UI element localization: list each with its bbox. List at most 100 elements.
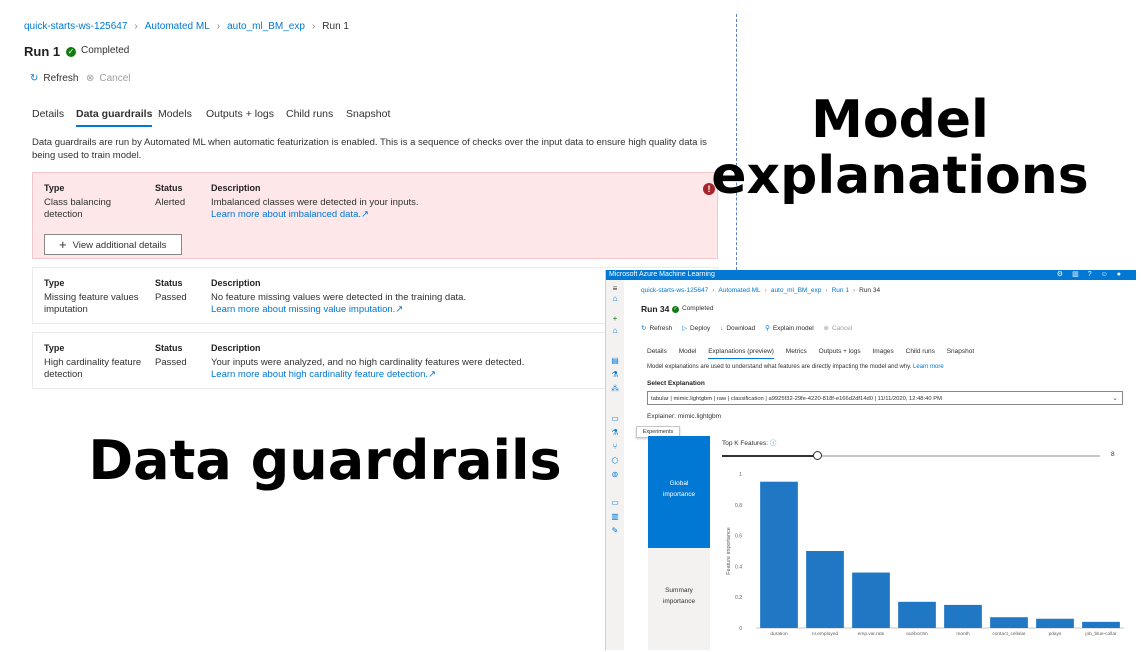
settings-icon[interactable]: ⚙ <box>1057 271 1072 278</box>
global-importance-line1: Global <box>669 480 689 487</box>
check-description-text: Your inputs were analyzed, and no high c… <box>211 357 525 368</box>
home-icon[interactable]: ⌂ <box>610 294 620 303</box>
tab-details[interactable]: Details <box>32 108 64 120</box>
breadcrumb-parent-run[interactable]: Run 1 <box>832 287 849 294</box>
tab-explanations[interactable]: Explanations (preview) <box>708 348 774 359</box>
global-importance-tab[interactable]: Global importance <box>648 436 710 548</box>
refresh-label: Refresh <box>649 325 673 332</box>
check-type: Missing feature values imputation <box>44 292 139 316</box>
home-icon[interactable]: ⌂ <box>610 326 620 335</box>
tab-bar: Details Model Explanations (preview) Met… <box>647 348 984 359</box>
open-in-new-icon: ↗ <box>395 304 404 315</box>
tab-child-runs[interactable]: Child runs <box>286 108 333 120</box>
tab-data-guardrails[interactable]: Data guardrails <box>76 108 153 127</box>
hamburger-icon[interactable]: ≡ <box>610 284 620 293</box>
tab-snapshot[interactable]: Snapshot <box>947 348 974 355</box>
refresh-button[interactable]: ↻ Refresh <box>641 324 672 332</box>
endpoints-icon[interactable]: ⊚ <box>610 470 620 479</box>
slider-thumb[interactable] <box>812 451 822 460</box>
chevron-right-icon: › <box>764 287 767 294</box>
breadcrumb-experiment[interactable]: auto_ml_BM_exp <box>227 21 305 32</box>
datastores-icon[interactable]: ▥ <box>610 512 620 521</box>
new-icon[interactable]: + <box>610 314 620 323</box>
check-type-line2: detection <box>44 369 83 380</box>
command-bar: ↻ Refresh ▷ Deploy ↓ Download ⚲ Explain mode… <box>641 324 860 332</box>
tab-outputs-logs[interactable]: Outputs + logs <box>819 348 861 355</box>
cancel-button[interactable]: ⊗ Cancel <box>823 324 852 332</box>
breadcrumb-experiment[interactable]: auto_ml_BM_exp <box>771 287 822 294</box>
deploy-label: Deploy <box>690 325 711 332</box>
intro-body: Model explanations are used to understan… <box>647 364 912 370</box>
refresh-icon: ↻ <box>641 325 647 332</box>
app-title: Microsoft Azure Machine Learning <box>609 271 715 278</box>
status-header: Status <box>155 343 183 353</box>
notebooks-icon[interactable]: ▤ <box>610 356 620 365</box>
cancel-icon: ⊗ <box>86 73 95 84</box>
learn-more-link[interactable]: Learn more about imbalanced data.↗ <box>211 209 369 220</box>
check-status: Passed <box>155 357 187 368</box>
check-type-line1: Class balancing <box>44 197 112 208</box>
pipelines-icon[interactable]: ⑂ <box>610 442 620 451</box>
datasets-icon[interactable]: ▭ <box>610 414 620 423</box>
breadcrumb: quick-starts-ws-125647 › Automated ML › auto… <box>24 21 349 32</box>
check-status: Passed <box>155 292 187 303</box>
headline-model-explanations: Model explanations <box>700 92 1100 204</box>
experiments-icon[interactable]: ⚗ <box>610 428 620 437</box>
chart-bar <box>852 572 890 628</box>
feedback-icon[interactable]: ☺ <box>1101 271 1117 278</box>
tab-images[interactable]: Images <box>872 348 893 355</box>
notifications-icon[interactable]: ▥ <box>1072 271 1088 278</box>
view-additional-details-button[interactable]: + View additional details <box>44 234 182 255</box>
compute-icon[interactable]: ▭ <box>610 498 620 507</box>
deploy-button[interactable]: ▷ Deploy <box>682 324 710 332</box>
tab-details[interactable]: Details <box>647 348 667 355</box>
breadcrumb-automl[interactable]: Automated ML <box>718 287 760 294</box>
breadcrumb-workspace[interactable]: quick-starts-ws-125647 <box>24 21 127 32</box>
x-tick-label: pdays <box>1049 631 1062 637</box>
tab-outputs-logs[interactable]: Outputs + logs <box>206 108 274 120</box>
automl-icon[interactable]: ⚗ <box>610 370 620 379</box>
check-status: Alerted <box>155 197 186 208</box>
cancel-button[interactable]: ⊗ Cancel <box>86 73 131 84</box>
top-k-slider[interactable] <box>722 451 1100 460</box>
chart-bar <box>898 601 936 628</box>
top-k-features-text: Top K Features: <box>722 440 768 447</box>
check-description: Your inputs were analyzed, and no high c… <box>211 357 524 381</box>
global-importance-line2: importance <box>662 491 696 498</box>
learn-more-link[interactable]: Learn more about missing value imputatio… <box>211 304 403 315</box>
refresh-icon: ↻ <box>30 73 39 84</box>
breadcrumb-workspace[interactable]: quick-starts-ws-125647 <box>641 287 708 294</box>
chevron-down-icon: ⌄ <box>1112 395 1118 402</box>
summary-importance-line1: Summary <box>665 587 693 594</box>
learn-more-text: Learn more about missing value imputatio… <box>211 304 396 315</box>
refresh-button[interactable]: ↻ Refresh <box>30 73 78 84</box>
avatar[interactable]: ● <box>1117 271 1130 278</box>
tab-child-runs[interactable]: Child runs <box>906 348 935 355</box>
select-explanation-dropdown[interactable]: tabular | mimic.lightgbm | raw | classif… <box>647 391 1123 405</box>
tab-model[interactable]: Model <box>679 348 697 355</box>
headline-model-line2: explanations <box>711 146 1089 207</box>
intro-text: Model explanations are used to understan… <box>647 364 944 370</box>
top-bar-icons: ⚙▥?☺● <box>1057 270 1130 280</box>
labeling-icon[interactable]: ✎ <box>610 526 620 535</box>
x-tick-label: duration <box>770 631 788 637</box>
help-icon[interactable]: ? <box>1088 271 1101 278</box>
breadcrumb-automl[interactable]: Automated ML <box>145 21 210 32</box>
description-header: Description <box>211 183 261 193</box>
models-icon[interactable]: ⬡ <box>610 456 620 465</box>
download-button[interactable]: ↓ Download <box>720 325 755 332</box>
x-tick-label: emp.var.rate <box>858 631 885 637</box>
info-icon: ⓘ <box>769 440 777 447</box>
learn-more-link[interactable]: Learn more <box>913 364 944 370</box>
summary-importance-tab[interactable]: Summary importance <box>648 548 710 650</box>
learn-more-link[interactable]: Learn more about high cardinality featur… <box>211 369 436 380</box>
tab-snapshot[interactable]: Snapshot <box>346 108 390 120</box>
check-type-line1: Missing feature values <box>44 292 139 303</box>
tab-models[interactable]: Models <box>158 108 192 120</box>
tab-metrics[interactable]: Metrics <box>786 348 807 355</box>
breadcrumb-run: Run 34 <box>859 287 881 294</box>
explain-model-button[interactable]: ⚲ Explain model <box>765 324 814 332</box>
check-type: High cardinality feature detection <box>44 357 141 381</box>
designer-icon[interactable]: ⁂ <box>610 384 620 393</box>
status-text: Completed <box>81 45 130 56</box>
